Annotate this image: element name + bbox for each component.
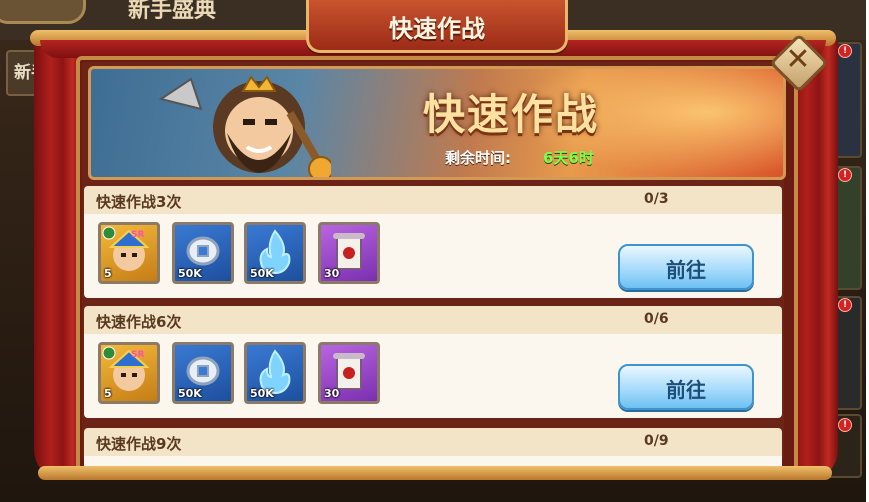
go-button-label: 前往 [666,378,706,402]
reward-count: 50K [178,387,202,400]
reward-item[interactable]: 30 [318,342,380,404]
task-header: 快速作战3次 0/3 [84,186,782,214]
banner-title: 快速作战 [423,90,600,139]
notification-dot-icon: ! [838,298,852,312]
task-rewards-row [84,456,782,466]
reward-count: 30 [324,387,340,400]
hero-illustration-icon [158,75,331,177]
dialog-header: 快速作战 [306,0,568,53]
task-progress: 0/6 [644,311,669,327]
reward-count: 50K [250,267,274,280]
notification-dot-icon: ! [838,168,852,182]
curtain-left [34,40,82,480]
go-button[interactable]: 前往 [618,244,754,290]
task-progress: 0/9 [644,433,669,449]
reward-item[interactable]: SR 5 [98,342,160,404]
reward-count: 30 [324,267,340,280]
reward-item[interactable]: 50K [244,342,306,404]
game-screen: 新手盛典 新手 ! ! ! ! 快速作战 快速作战 剩余时间: 6天6时 ✕ 快… [0,0,869,502]
dialog-title: 快速作战 [389,15,485,43]
task-title: 快速作战3次 [96,193,182,211]
go-button[interactable]: 前往 [618,364,754,410]
reward-count: 5 [104,267,112,280]
event-banner: 快速作战 剩余时间: 6天6时 [88,66,786,180]
curtain-bottom-bar [38,466,832,480]
reward-item[interactable]: 30 [318,222,380,284]
task-rewards-row: SR 5 50K 50K 30 前往 [84,214,782,298]
go-button-label: 前往 [666,258,706,282]
remaining-time-label: 剩余时间: [445,149,511,167]
background-back-button[interactable] [0,0,86,24]
reward-count: 50K [178,267,202,280]
close-icon[interactable]: ✕ [778,40,818,80]
reward-item[interactable]: 50K [244,222,306,284]
task-header: 快速作战6次 0/6 [84,306,782,334]
notification-dot-icon: ! [838,44,852,58]
reward-item[interactable]: 50K [172,222,234,284]
notification-dot-icon: ! [838,418,852,432]
background-title: 新手盛典 [128,0,217,23]
task-header: 快速作战9次 0/9 [84,428,782,456]
task-title: 快速作战6次 [96,313,182,331]
remaining-time-value: 6天6时 [543,149,594,167]
rarity-badge: SR [131,230,144,240]
task-rewards-row: SR 5 50K 50K 30 前往 [84,334,782,418]
task-progress: 0/3 [644,191,669,207]
reward-count: 5 [104,387,112,400]
task-title: 快速作战9次 [96,435,182,453]
reward-item[interactable]: 50K [172,342,234,404]
reward-count: 50K [250,387,274,400]
rarity-badge: SR [131,350,144,360]
reward-item[interactable]: SR 5 [98,222,160,284]
